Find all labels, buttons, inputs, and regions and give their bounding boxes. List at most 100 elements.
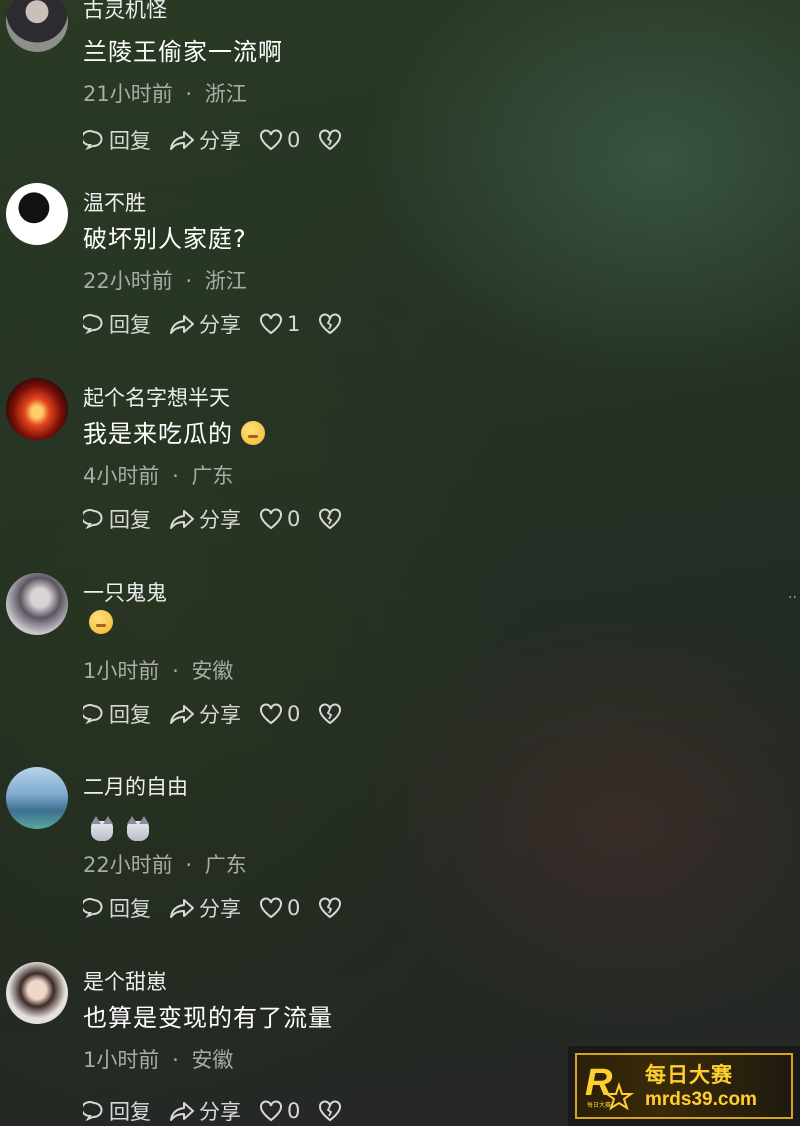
reply-icon <box>83 898 103 919</box>
comment-location: 广东 <box>191 464 234 488</box>
share-label: 分享 <box>199 313 241 337</box>
reply-icon <box>83 314 103 335</box>
comment-username[interactable]: 温不胜 <box>83 187 146 217</box>
share-button[interactable]: 分享 <box>169 125 241 155</box>
heart-icon <box>260 313 282 335</box>
heart-icon <box>260 703 282 725</box>
like-button[interactable]: 0 <box>259 128 300 152</box>
comment-item: 起个名字想半天 我是来吃瓜的 4小时前 · 广东 回复 分享 0 <box>0 378 760 573</box>
dislike-button[interactable] <box>318 897 346 919</box>
comment-meta: 1小时前 · 安徽 <box>83 655 233 685</box>
share-button[interactable]: 分享 <box>169 309 241 339</box>
comment-meta: 22小时前 · 浙江 <box>83 265 247 295</box>
like-button[interactable]: 0 <box>259 896 300 920</box>
comment-meta: 21小时前 · 浙江 <box>83 78 247 108</box>
avatar[interactable] <box>6 573 68 635</box>
comment-actions: 回复 分享 0 <box>83 699 364 729</box>
comment-text: 兰陵王偷家一流啊 <box>83 32 283 67</box>
logo-icon: R 每日大赛 <box>585 1062 635 1111</box>
dislike-button[interactable] <box>318 703 346 725</box>
share-label: 分享 <box>199 508 241 532</box>
comment-text-value: 我是来吃瓜的 <box>83 420 233 448</box>
reply-button[interactable]: 回复 <box>83 125 151 155</box>
dislike-button[interactable] <box>318 508 346 530</box>
comment-username[interactable]: 古灵机怪 <box>83 0 167 24</box>
comment-item: 一只鬼鬼 1小时前 · 安徽 回复 分享 0 <box>0 573 760 768</box>
reply-label: 回复 <box>109 1100 151 1124</box>
meta-separator: · <box>172 1048 179 1072</box>
comment-actions: 回复 分享 0 <box>83 893 364 923</box>
comment-meta: 1小时前 · 安徽 <box>83 1044 233 1074</box>
watermark-frame: R 每日大赛 每日大赛 mrds39.com <box>575 1053 793 1119</box>
logo-small-text: 每日大赛 <box>587 1101 611 1109</box>
meta-separator: · <box>172 464 179 488</box>
watermark: R 每日大赛 每日大赛 mrds39.com <box>568 1046 800 1126</box>
dislike-button[interactable] <box>318 129 346 151</box>
share-button[interactable]: 分享 <box>169 893 241 923</box>
comment-actions: 回复 分享 1 <box>83 309 364 339</box>
share-button[interactable]: 分享 <box>169 504 241 534</box>
meta-separator: · <box>172 659 179 683</box>
reply-icon <box>83 509 103 530</box>
cat-emoji-icon <box>127 816 149 841</box>
share-button[interactable]: 分享 <box>169 699 241 729</box>
like-count: 0 <box>287 128 301 152</box>
avatar[interactable] <box>6 0 68 52</box>
share-icon <box>170 315 194 334</box>
comment-username[interactable]: 二月的自由 <box>83 771 188 801</box>
comment-item: 温不胜 破坏别人家庭? 22小时前 · 浙江 回复 分享 1 <box>0 183 760 378</box>
reply-icon <box>83 1101 103 1122</box>
reply-button[interactable]: 回复 <box>83 309 151 339</box>
comment-username[interactable]: 起个名字想半天 <box>83 382 230 412</box>
comment-time: 22小时前 <box>83 269 173 293</box>
broken-heart-icon <box>319 897 342 919</box>
more-icon[interactable]: ·· <box>788 590 797 606</box>
broken-heart-icon <box>319 508 342 530</box>
broken-heart-icon <box>319 1100 342 1122</box>
avatar[interactable] <box>6 183 68 245</box>
like-button[interactable]: 0 <box>259 702 300 726</box>
avatar[interactable] <box>6 767 68 829</box>
comment-username[interactable]: 是个甜崽 <box>83 966 167 996</box>
comment-actions: 回复 分享 0 <box>83 1096 364 1126</box>
comment-text-value: 兰陵王偷家一流啊 <box>83 38 283 66</box>
broken-heart-icon <box>319 703 342 725</box>
comment-username[interactable]: 一只鬼鬼 <box>83 577 167 607</box>
reply-label: 回复 <box>109 703 151 727</box>
share-icon <box>170 1102 194 1121</box>
like-count: 1 <box>287 312 301 336</box>
share-label: 分享 <box>199 129 241 153</box>
share-icon <box>170 705 194 724</box>
reply-button[interactable]: 回复 <box>83 1096 151 1126</box>
comment-actions: 回复 分享 0 <box>83 504 364 534</box>
share-icon <box>170 899 194 918</box>
like-button[interactable]: 0 <box>259 1099 300 1123</box>
heart-icon <box>260 897 282 919</box>
comment-time: 1小时前 <box>83 1048 160 1072</box>
like-count: 0 <box>287 702 301 726</box>
reply-label: 回复 <box>109 508 151 532</box>
share-label: 分享 <box>199 897 241 921</box>
comment-item: 二月的自由 22小时前 · 广东 回复 分享 0 <box>0 767 760 962</box>
like-button[interactable]: 0 <box>259 507 300 531</box>
comment-location: 安徽 <box>191 1048 234 1072</box>
reply-label: 回复 <box>109 129 151 153</box>
reply-button[interactable]: 回复 <box>83 699 151 729</box>
share-button[interactable]: 分享 <box>169 1096 241 1126</box>
reply-label: 回复 <box>109 313 151 337</box>
comment-text <box>83 609 113 637</box>
meta-separator: · <box>185 269 193 293</box>
meta-separator: · <box>185 853 193 877</box>
watermark-title: 每日大赛 <box>645 1063 733 1087</box>
like-button[interactable]: 1 <box>259 312 300 336</box>
dislike-button[interactable] <box>318 1100 346 1122</box>
comment-location: 浙江 <box>204 82 247 106</box>
reply-button[interactable]: 回复 <box>83 504 151 534</box>
share-icon <box>170 131 194 150</box>
avatar[interactable] <box>6 962 68 1024</box>
like-count: 0 <box>287 896 301 920</box>
comment-location: 浙江 <box>204 269 247 293</box>
reply-button[interactable]: 回复 <box>83 893 151 923</box>
dislike-button[interactable] <box>318 313 346 335</box>
avatar[interactable] <box>6 378 68 440</box>
